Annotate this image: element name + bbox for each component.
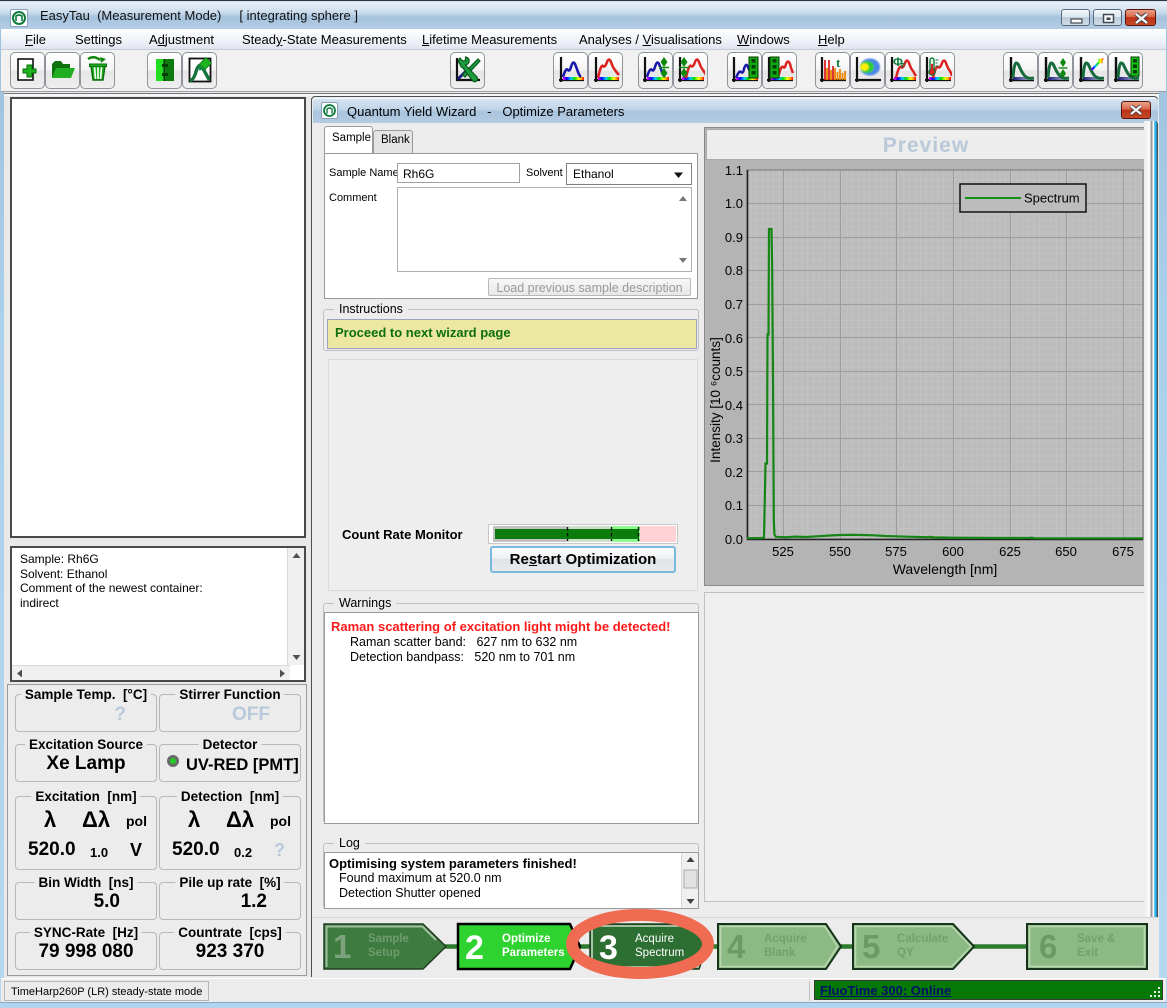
svg-text:QY: QY (897, 947, 914, 959)
svg-text:Wavelength [nm]: Wavelength [nm] (893, 561, 998, 577)
svg-text:650: 650 (1055, 544, 1077, 559)
svg-text:525: 525 (772, 544, 794, 559)
svg-text:600: 600 (942, 544, 964, 559)
svg-text:Save &: Save & (1077, 933, 1115, 945)
svg-text:Blank: Blank (764, 947, 796, 959)
svg-text:575: 575 (885, 544, 907, 559)
svg-text:Spectrum: Spectrum (1024, 191, 1080, 206)
svg-text:0.1: 0.1 (725, 498, 743, 513)
svg-text:t: t (836, 56, 841, 70)
svg-text:Setup: Setup (368, 947, 400, 959)
svg-text:0.8: 0.8 (725, 263, 743, 278)
svg-text:0.0: 0.0 (725, 532, 743, 547)
svg-text:1.0: 1.0 (725, 196, 743, 211)
svg-text:0.2: 0.2 (725, 465, 743, 480)
svg-text:Intensity [10 ⁶counts]: Intensity [10 ⁶counts] (708, 337, 723, 463)
svg-text:0.9: 0.9 (725, 230, 743, 245)
svg-text:F: F (901, 63, 906, 70)
svg-text:2: 2 (465, 929, 484, 967)
svg-text:Acquire: Acquire (764, 933, 807, 945)
svg-text:1: 1 (333, 928, 351, 965)
svg-text:Calculate: Calculate (897, 933, 948, 945)
svg-text:Exit: Exit (1077, 947, 1098, 959)
svg-text:5: 5 (862, 928, 880, 965)
svg-text:0.6: 0.6 (725, 331, 743, 346)
svg-text:1.1: 1.1 (725, 163, 743, 178)
svg-text:0.7: 0.7 (725, 297, 743, 312)
svg-text:6: 6 (1039, 928, 1057, 965)
svg-text:Optimize: Optimize (502, 933, 551, 945)
svg-text:4: 4 (727, 928, 746, 965)
svg-text:Sample: Sample (368, 933, 409, 945)
svg-text:0.3: 0.3 (725, 431, 743, 446)
svg-text:550: 550 (829, 544, 851, 559)
svg-text:0.4: 0.4 (725, 398, 743, 413)
svg-text:675: 675 (1112, 544, 1134, 559)
svg-text:625: 625 (999, 544, 1021, 559)
svg-text:0.5: 0.5 (725, 364, 743, 379)
